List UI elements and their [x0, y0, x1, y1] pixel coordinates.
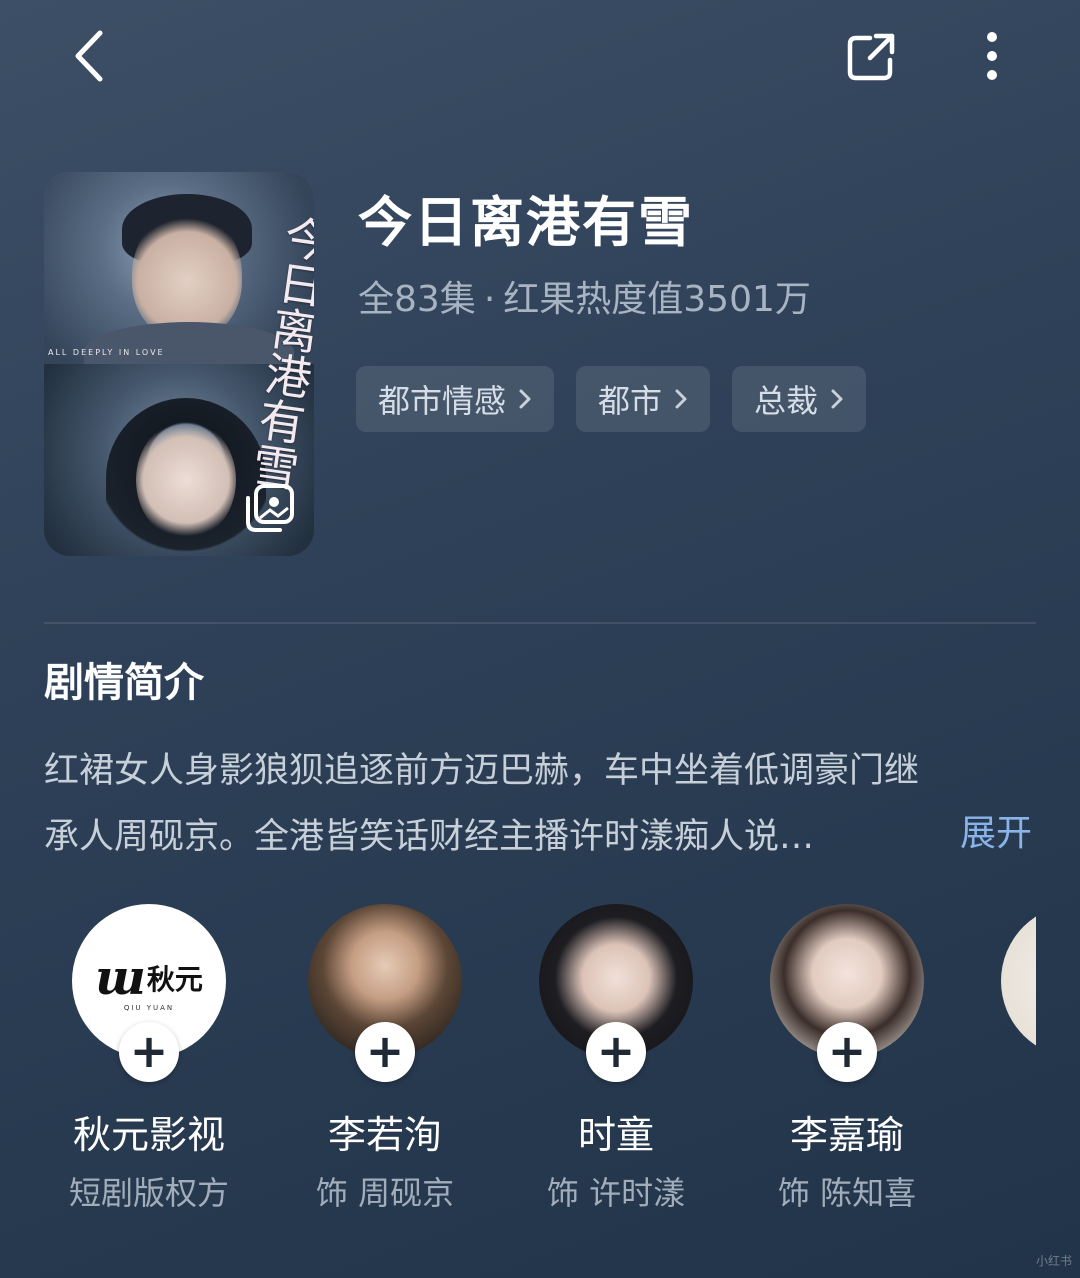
- chevron-left-icon: [75, 30, 103, 82]
- drama-cover[interactable]: ALL DEEPLY IN LOVE 今日离港有雪: [44, 172, 314, 556]
- synopsis-line-1: 红裙女人身影狼狈追逐前方迈巴赫，车中坐着低调豪门继: [44, 751, 920, 791]
- tag-urban-romance[interactable]: 都市情感: [356, 366, 555, 432]
- expand-button[interactable]: 展开: [960, 804, 1032, 856]
- cast-name: 秋元影视: [72, 1113, 225, 1157]
- cast-scroll: ɯ 秋元 QIU YUAN + 秋元影视 短剧版权方 + 李若洵 饰 周砚京 +…: [0, 900, 1036, 1220]
- more-button[interactable]: [962, 26, 1022, 86]
- synopsis-line-2: 承人周砚京。全港皆笑话财经主播许时漾痴人说…: [44, 817, 815, 857]
- meta-separator: ·: [483, 279, 496, 320]
- share-icon: [847, 33, 895, 81]
- gallery-icon: [246, 484, 294, 532]
- cover-lead-face: [132, 210, 242, 340]
- cast-name: 时童: [577, 1113, 654, 1157]
- share-button[interactable]: [840, 26, 902, 88]
- chevron-right-icon: [675, 389, 687, 409]
- back-button[interactable]: [60, 26, 120, 86]
- cast-name: 关: [963, 1104, 1036, 1159]
- cast-role: 短剧版权方: [68, 1174, 229, 1212]
- synopsis-title: 剧情简介: [44, 660, 204, 706]
- logo-text: 秋元: [146, 963, 203, 996]
- watermark: 小红书: [1036, 1254, 1073, 1268]
- cast-role: 饰 陈知喜: [777, 1174, 917, 1212]
- tag-ceo[interactable]: 总裁: [732, 366, 867, 432]
- tag-label: 都市: [598, 382, 663, 420]
- genre-tags: 都市情感 都市 总裁: [356, 366, 867, 432]
- chevron-right-icon: [519, 389, 531, 409]
- drama-title: 今日离港有雪: [358, 191, 694, 254]
- episode-count: 全83集: [358, 279, 476, 320]
- gallery-button[interactable]: [244, 482, 296, 534]
- heat-value: 红果热度值3501万: [503, 279, 811, 320]
- more-vertical-icon: [987, 32, 997, 80]
- chevron-right-icon: [831, 389, 843, 409]
- cast-role: 饰 许时漾: [546, 1174, 686, 1212]
- synopsis-text: 红裙女人身影狼狈追逐前方迈巴赫，车中坐着低调豪门继 承人周砚京。全港皆笑话财经主…: [44, 738, 1034, 870]
- cast-name: 李嘉瑜: [789, 1113, 904, 1157]
- follow-button[interactable]: +: [586, 1022, 646, 1082]
- logo-en-text: QIU YUAN: [123, 1004, 175, 1012]
- tag-urban[interactable]: 都市: [576, 366, 711, 432]
- tag-label: 都市情感: [378, 382, 507, 420]
- avatar: [1001, 904, 1036, 1058]
- top-bar: [0, 0, 1080, 120]
- cast-role: 饰 周砚京: [315, 1174, 455, 1212]
- cast-role: 饰: [963, 1168, 1036, 1214]
- producer-logo: ɯ 秋元: [95, 950, 203, 1006]
- follow-button[interactable]: +: [355, 1022, 415, 1082]
- tag-label: 总裁: [754, 382, 819, 420]
- cast-name: 李若洵: [327, 1113, 442, 1157]
- follow-button[interactable]: +: [119, 1022, 179, 1082]
- cast-list[interactable]: ɯ 秋元 QIU YUAN + 秋元影视 短剧版权方 + 李若洵 饰 周砚京 +…: [0, 900, 1080, 1220]
- cover-subtitle: ALL DEEPLY IN LOVE: [48, 348, 165, 357]
- follow-button[interactable]: +: [817, 1022, 877, 1082]
- drama-meta: 全83集 · 红果热度值3501万: [358, 270, 811, 322]
- logo-mark: ɯ: [95, 950, 146, 1006]
- section-divider: [44, 622, 1036, 624]
